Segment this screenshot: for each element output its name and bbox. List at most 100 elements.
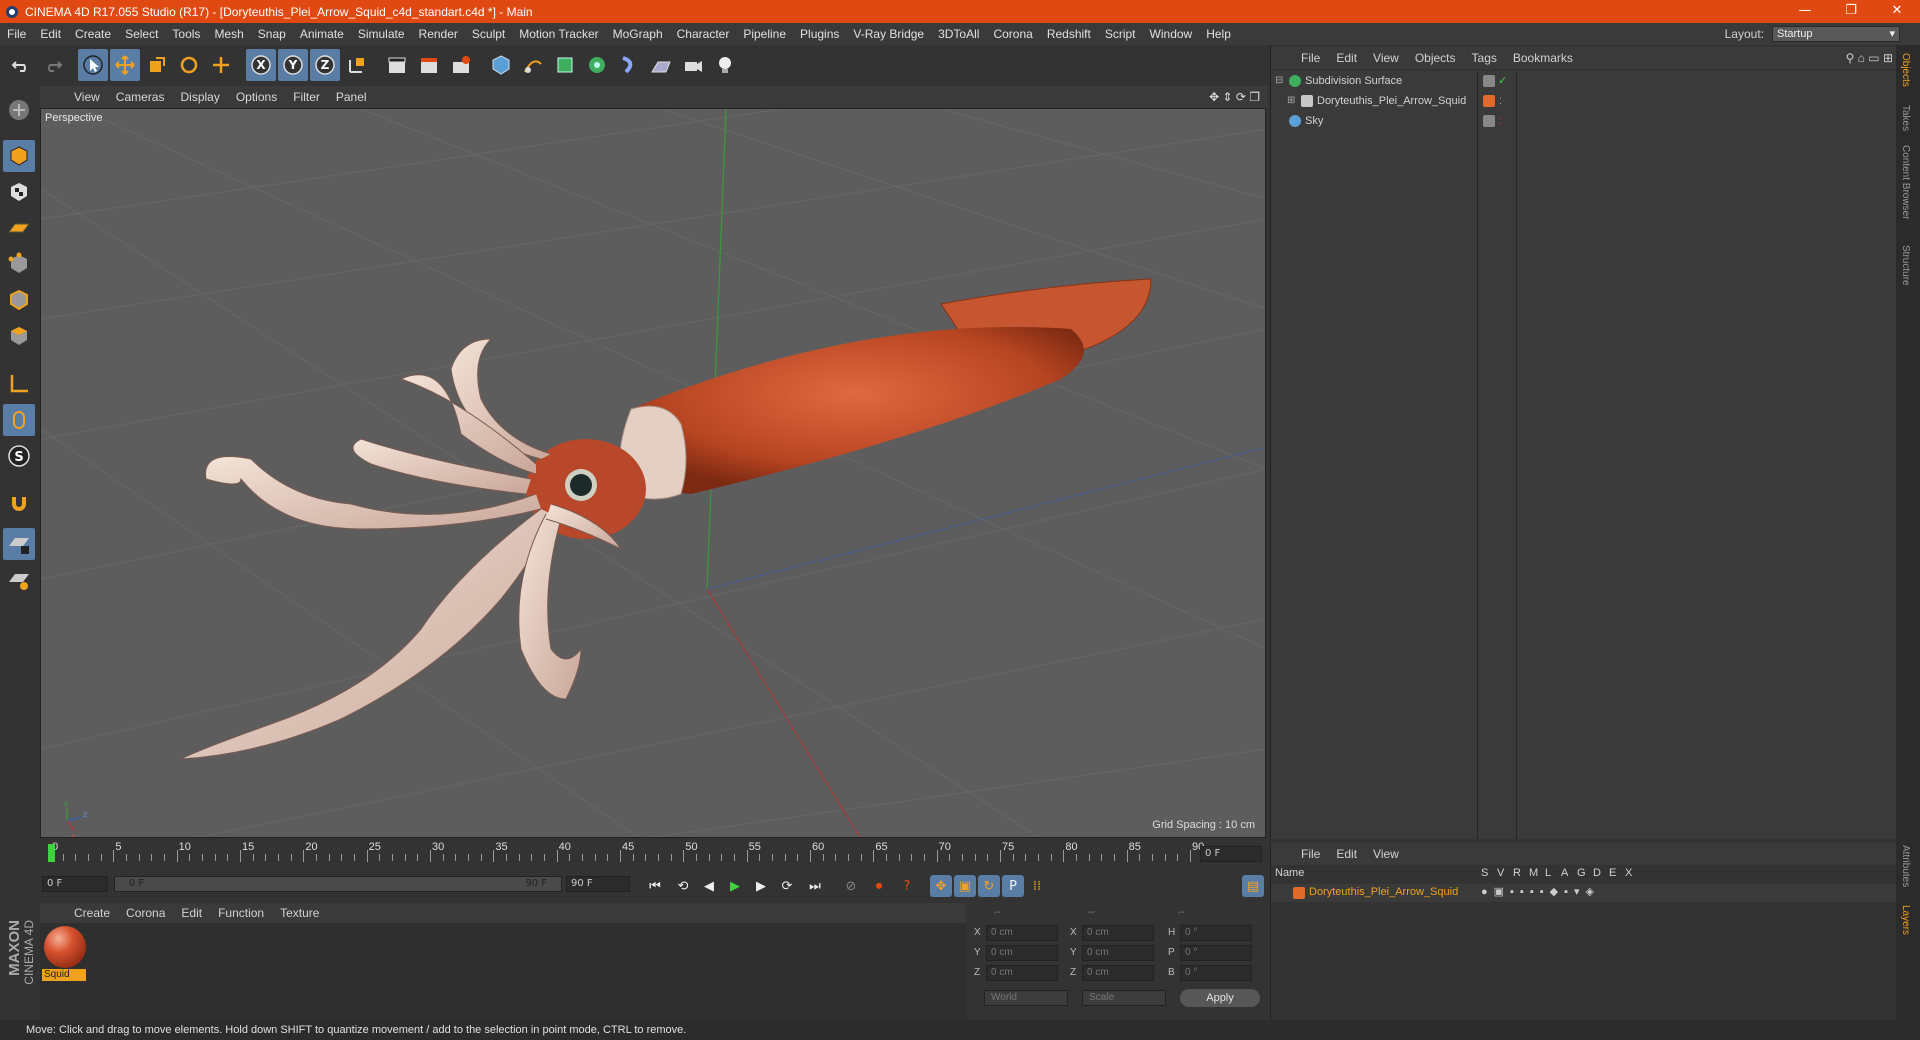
model-mode-button[interactable] [3, 140, 35, 172]
menu-3dtoall[interactable]: 3DToAll [931, 27, 986, 41]
timeline-ruler[interactable]: 0 5 10 15 20 25 30 35 40 45 50 55 60 65 70 75 80 85 90 [48, 841, 1204, 866]
object-menu-bookmarks[interactable]: Bookmarks [1505, 51, 1581, 65]
locked-workplane-button[interactable] [3, 528, 35, 560]
enable-axis-button[interactable] [3, 368, 35, 400]
menu-plugins[interactable]: Plugins [793, 27, 846, 41]
render-to-picture-viewer-button[interactable] [414, 49, 444, 81]
size-z-field[interactable]: 0 cm [1082, 965, 1154, 981]
rot-p-field[interactable]: 0 ° [1180, 945, 1252, 961]
add-subdivision-button[interactable] [550, 49, 580, 81]
layout-dropdown[interactable]: Startup [1772, 26, 1900, 42]
menu-tools[interactable]: Tools [165, 27, 207, 41]
close-button[interactable]: ✕ [1874, 0, 1920, 23]
menu-mograph[interactable]: MoGraph [606, 27, 670, 41]
texture-mode-button[interactable] [3, 176, 35, 208]
3d-viewport[interactable]: y z x Perspective Grid Spacing : 10 cm [40, 108, 1266, 838]
apply-button[interactable]: Apply [1180, 989, 1260, 1007]
add-cube-button[interactable] [486, 49, 516, 81]
key-pla-button[interactable]: ⁞⁞ [1026, 875, 1048, 897]
size-x-field[interactable]: 0 cm [1082, 925, 1154, 941]
menu-vray-bridge[interactable]: V-Ray Bridge [846, 27, 931, 41]
menu-help[interactable]: Help [1199, 27, 1238, 41]
menu-file[interactable]: File [0, 27, 33, 41]
go-to-end-button[interactable]: ⏭ [804, 875, 826, 897]
rot-h-field[interactable]: 0 ° [1180, 925, 1252, 941]
add-deformer-button[interactable] [614, 49, 644, 81]
key-parameter-button[interactable]: P [1002, 875, 1024, 897]
layer-color-icon[interactable] [1483, 95, 1495, 107]
visibility-dots-icon[interactable]: ⁚ [1499, 91, 1502, 111]
menu-pipeline[interactable]: Pipeline [736, 27, 793, 41]
viewport-menu-cameras[interactable]: Cameras [108, 90, 173, 104]
viewport-menu-filter[interactable]: Filter [285, 90, 328, 104]
redo-button[interactable] [38, 49, 68, 81]
key-rotation-button[interactable]: ↻ [978, 875, 1000, 897]
pos-z-field[interactable]: 0 cm [986, 965, 1058, 981]
tab-structure[interactable]: Structure [1900, 245, 1911, 286]
rotate-tool-button[interactable] [174, 49, 204, 81]
add-light-button[interactable] [710, 49, 740, 81]
menu-render[interactable]: Render [412, 27, 465, 41]
object-row-subdivision[interactable]: ⊟ Subdivision Surface ✓ [1271, 71, 1897, 91]
tweak-mode-button[interactable] [3, 404, 35, 436]
material-squid[interactable]: Squid [42, 925, 88, 983]
menu-create[interactable]: Create [68, 27, 118, 41]
layer-color-icon[interactable] [1293, 887, 1305, 899]
layer-menu-file[interactable]: File [1293, 847, 1328, 861]
menu-simulate[interactable]: Simulate [351, 27, 412, 41]
tab-attributes[interactable]: Attributes [1900, 845, 1911, 887]
points-mode-button[interactable] [3, 248, 35, 280]
menu-animate[interactable]: Animate [293, 27, 351, 41]
add-camera-button[interactable] [678, 49, 708, 81]
autokey-button[interactable]: ? [896, 875, 918, 897]
snapping-button[interactable] [3, 488, 35, 520]
object-menu-tags[interactable]: Tags [1464, 51, 1505, 65]
size-y-field[interactable]: 0 cm [1082, 945, 1154, 961]
material-menu-corona[interactable]: Corona [118, 906, 173, 920]
coordinate-mode-dropdown[interactable]: Scale [1082, 990, 1166, 1006]
enabled-check-icon[interactable]: ✓ [1498, 71, 1507, 91]
menu-script[interactable]: Script [1098, 27, 1143, 41]
layer-menu-edit[interactable]: Edit [1328, 847, 1365, 861]
key-position-button[interactable]: ✥ [930, 875, 952, 897]
object-row-sky[interactable]: Sky ⁚ [1271, 111, 1897, 131]
key-scale-button[interactable]: ▣ [954, 875, 976, 897]
x-axis-lock-button[interactable]: X [246, 49, 276, 81]
layer-toggle-icon[interactable] [1483, 115, 1495, 127]
record-disabled-button[interactable]: ⊘ [840, 875, 862, 897]
render-view-button[interactable] [382, 49, 412, 81]
viewport-menu-display[interactable]: Display [172, 90, 227, 104]
menu-sculpt[interactable]: Sculpt [465, 27, 512, 41]
layer-flags-icons[interactable]: ●▣▪▪▪▪◆▪▾◈ [1481, 885, 1600, 898]
material-menu-edit[interactable]: Edit [173, 906, 210, 920]
pos-x-field[interactable]: 0 cm [986, 925, 1058, 941]
viewport-navigation-icons[interactable]: ✥ ⇕ ⟳ ❐ [1209, 90, 1260, 104]
layer-menu-view[interactable]: View [1365, 847, 1407, 861]
viewport-menu-panel[interactable]: Panel [328, 90, 375, 104]
viewport-menu-options[interactable]: Options [228, 90, 285, 104]
timeline[interactable]: 0 5 10 15 20 25 30 35 40 45 50 55 60 65 70 75 80 85 90 0 F [40, 841, 1268, 876]
make-editable-button[interactable] [3, 94, 35, 126]
move-tool-button[interactable] [110, 49, 140, 81]
next-key-button[interactable]: ⟳ [776, 875, 798, 897]
current-frame-field[interactable]: 0 F [1200, 846, 1262, 862]
object-menu-view[interactable]: View [1365, 51, 1407, 65]
go-to-start-button[interactable]: ⏮ [644, 875, 666, 897]
tab-layers[interactable]: Layers [1900, 905, 1911, 935]
play-button[interactable]: ▶ [724, 875, 746, 897]
viewport-menu-view[interactable]: View [66, 90, 108, 104]
layer-row[interactable]: Doryteuthis_Plei_Arrow_Squid ●▣▪▪▪▪◆▪▾◈ [1271, 884, 1897, 902]
add-cloner-button[interactable] [582, 49, 612, 81]
menu-select[interactable]: Select [118, 27, 165, 41]
menu-mesh[interactable]: Mesh [207, 27, 250, 41]
tab-content-browser[interactable]: Content Browser [1900, 145, 1911, 219]
polygons-mode-button[interactable] [3, 320, 35, 352]
object-menu-objects[interactable]: Objects [1407, 51, 1464, 65]
visibility-dots-icon[interactable]: ⁚ [1499, 111, 1502, 131]
y-axis-lock-button[interactable]: Y [278, 49, 308, 81]
start-frame-field[interactable]: 0 F [42, 876, 108, 892]
object-menu-edit[interactable]: Edit [1328, 51, 1365, 65]
scale-tool-button[interactable] [142, 49, 172, 81]
planar-workplane-button[interactable] [3, 564, 35, 596]
minimize-button[interactable]: — [1782, 0, 1828, 23]
